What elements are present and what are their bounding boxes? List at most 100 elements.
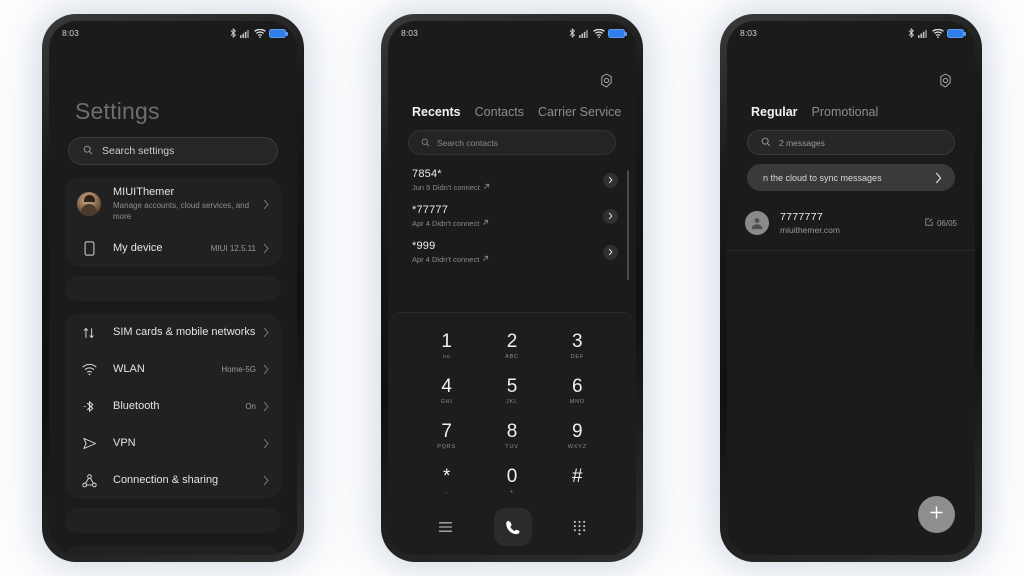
scrollbar[interactable] [627, 170, 629, 280]
sidebar-item-bluetooth[interactable]: Bluetooth On [65, 388, 281, 425]
dialpad-key-star[interactable]: *, [414, 459, 479, 504]
new-message-button[interactable] [918, 496, 955, 533]
call-details-button[interactable] [603, 208, 618, 224]
dialpad-key-hash[interactable]: # [545, 459, 610, 504]
settings-gear-icon[interactable] [938, 73, 953, 93]
settings-card-personalization: Wallpaper & personalization Always-on di… [65, 546, 281, 555]
messages-content: Regular Promotional 2 messages n the clo… [727, 43, 975, 555]
search-icon [761, 134, 771, 152]
search-settings-input[interactable]: Search settings [68, 137, 278, 165]
list-item[interactable]: *77777 Apr 4 Didn't connect [388, 198, 636, 234]
thread-date: 06/05 [936, 218, 957, 228]
settings-card-network: SIM cards & mobile networks WLAN Home-5G [65, 314, 281, 499]
sim-arrows-icon [77, 326, 101, 340]
bluetooth-icon [77, 399, 101, 414]
key-digit: 3 [572, 331, 583, 352]
messages-tabs: Regular Promotional [727, 93, 975, 119]
signal-icon [579, 29, 590, 38]
thread-preview: miuithemer.com [780, 224, 840, 235]
key-letters: PQRS [437, 444, 457, 450]
call-details-button[interactable] [603, 244, 618, 260]
search-contacts-input[interactable]: Search contacts [408, 130, 616, 155]
call-details-button[interactable] [603, 172, 618, 188]
key-letters: WXYZ [567, 444, 587, 450]
key-digit: * [442, 466, 451, 487]
list-item[interactable]: 7854* Jun 5 Didn't connect [388, 162, 636, 198]
dialpad-keys: 1 oo 2 ABC 3 DEF 4 GHI 5 JKL 6 MNO 7 PQRS 8 TUV … [388, 313, 636, 504]
search-messages-input[interactable]: 2 messages [747, 130, 955, 155]
settings-card-account: MIUIThemer Manage accounts, cloud servic… [65, 178, 281, 267]
dialpad-key-5[interactable]: 5 JKL [479, 369, 544, 414]
dialpad-key-8[interactable]: 8 TUV [479, 414, 544, 459]
call-detail: Apr 4 Didn't connect [412, 255, 603, 265]
status-time: 8:03 [401, 28, 418, 38]
dialpad-key-4[interactable]: 4 GHI [414, 369, 479, 414]
sidebar-item-wlan[interactable]: WLAN Home-5G [65, 351, 281, 388]
dialpad: 1 oo 2 ABC 3 DEF 4 GHI 5 JKL 6 MNO 7 PQRS 8 TUV … [388, 312, 636, 555]
call-number: 7854* [412, 167, 442, 180]
sidebar-item-account[interactable]: MIUIThemer Manage accounts, cloud servic… [65, 178, 281, 230]
battery-icon [269, 28, 288, 38]
phone-screen-settings: 8:03 Settings Search settings MIUIThemer… [49, 21, 297, 555]
recents-list: 7854* Jun 5 Didn't connect *77777 Apr 4 … [388, 162, 636, 280]
status-time: 8:03 [62, 28, 79, 38]
sidebar-item-vpn[interactable]: VPN [65, 425, 281, 462]
dialpad-actions [388, 504, 636, 546]
key-digit: 5 [506, 376, 518, 397]
status-bar: 8:03 [388, 21, 636, 43]
settings-card-placeholder-2 [65, 508, 281, 533]
outgoing-arrow-icon [482, 255, 489, 265]
dialer-content: Recents Contacts Carrier Service Search … [388, 43, 636, 555]
vpn-send-icon [77, 437, 101, 450]
list-item[interactable]: 7777777 miuithemer.com 06/05 [727, 203, 975, 243]
key-letters: MNO [569, 399, 585, 405]
sidebar-item-sim-cards[interactable]: SIM cards & mobile networks [65, 314, 281, 351]
key-digit: 0 [506, 466, 518, 487]
bluetooth-icon [230, 28, 237, 38]
keypad-icon[interactable] [573, 520, 586, 535]
my-device-value: MIUI 12.5.11 [210, 244, 256, 253]
call-phone-icon[interactable] [493, 508, 532, 546]
signal-icon [240, 29, 251, 38]
key-digit: 4 [441, 376, 452, 397]
tab-carrier-service[interactable]: Carrier Service [538, 105, 621, 119]
dialpad-key-1[interactable]: 1 oo [414, 324, 479, 369]
status-icons [908, 28, 966, 38]
search-contacts-placeholder: Search contacts [437, 137, 498, 148]
tab-contacts[interactable]: Contacts [475, 105, 524, 119]
dialpad-key-2[interactable]: 2 ABC [479, 324, 544, 369]
tab-promotional[interactable]: Promotional [812, 105, 879, 119]
signal-icon [918, 29, 929, 38]
sidebar-item-my-device[interactable]: My device MIUI 12.5.11 [65, 230, 281, 267]
sidebar-item-connection-sharing[interactable]: Connection & sharing [65, 462, 281, 499]
status-icons [569, 28, 627, 38]
tab-regular[interactable]: Regular [751, 105, 798, 119]
search-settings-placeholder: Search settings [102, 145, 175, 157]
outgoing-arrow-icon [482, 219, 489, 229]
dialpad-key-0[interactable]: 0 + [479, 459, 544, 504]
account-subtitle: Manage accounts, cloud services, and mor… [113, 201, 250, 221]
list-item[interactable]: *999 Apr 4 Didn't connect [388, 234, 636, 270]
sent-icon [925, 218, 933, 228]
key-letters: JKL [506, 399, 518, 405]
phone-device-settings: 8:03 Settings Search settings MIUIThemer… [42, 14, 304, 562]
tab-recents[interactable]: Recents [412, 105, 461, 119]
menu-icon[interactable] [438, 521, 453, 533]
cloud-sync-banner[interactable]: n the cloud to sync messages [747, 164, 955, 191]
settings-gear-icon[interactable] [599, 73, 614, 93]
key-digit: 7 [441, 421, 452, 442]
call-detail: Apr 4 Didn't connect [412, 219, 603, 229]
thread-meta: 06/05 [925, 218, 957, 228]
screenshot-stage: 8:03 Settings Search settings MIUIThemer… [0, 0, 1024, 576]
search-messages-placeholder: 2 messages [779, 137, 825, 148]
phone-device-dialer: 8:03 Recents Contacts Carrier Service Se… [381, 14, 643, 562]
dialpad-key-3[interactable]: 3 DEF [545, 324, 610, 369]
dialpad-key-7[interactable]: 7 PQRS [414, 414, 479, 459]
sidebar-item-wallpaper[interactable]: Wallpaper & personalization [65, 546, 281, 555]
call-number: *999 [412, 239, 436, 252]
wifi-icon [254, 28, 266, 38]
chevron-right-icon [263, 364, 269, 375]
dialpad-key-6[interactable]: 6 MNO [545, 369, 610, 414]
phone-icon [77, 241, 101, 256]
dialpad-key-9[interactable]: 9 WXYZ [545, 414, 610, 459]
